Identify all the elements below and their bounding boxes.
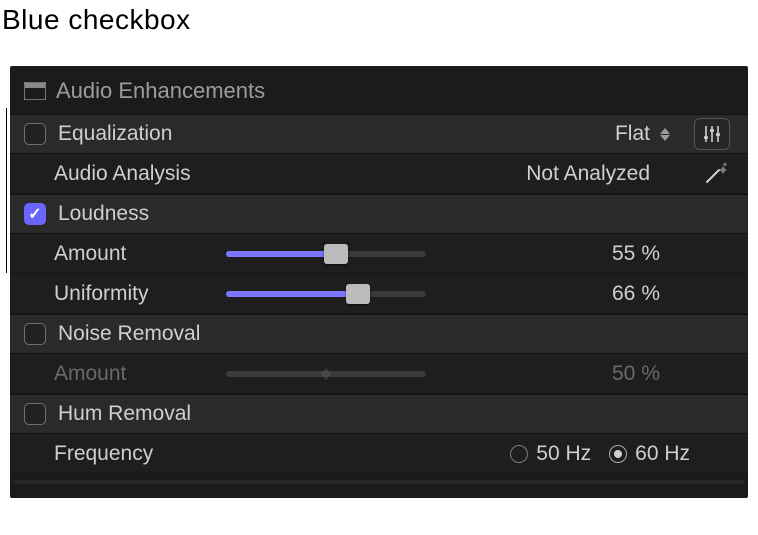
equalization-preset-value: Flat [615, 122, 650, 146]
noise-removal-checkbox[interactable] [24, 323, 46, 345]
panel-header: Audio Enhancements [10, 74, 748, 114]
noise-amount-label: Amount [54, 362, 214, 386]
radio-label-60hz: 60 Hz [635, 442, 690, 466]
equalizer-button[interactable] [694, 118, 730, 150]
inspector-icon [24, 82, 46, 100]
loudness-checkbox[interactable] [24, 203, 46, 225]
loudness-amount-row: Amount 55% [10, 234, 748, 274]
noise-removal-label: Noise Removal [58, 322, 730, 346]
hum-frequency-row: Frequency 50 Hz 60 Hz [10, 434, 748, 474]
equalization-checkbox[interactable] [24, 123, 46, 145]
noise-removal-row: Noise Removal [10, 314, 748, 354]
hum-frequency-radio-group: 50 Hz 60 Hz [510, 442, 690, 466]
loudness-uniformity-slider[interactable] [226, 291, 426, 297]
callout-line [6, 108, 7, 273]
equalizer-icon [702, 125, 722, 143]
hum-removal-label: Hum Removal [58, 402, 730, 426]
equalization-preset-dropdown[interactable]: Flat [615, 122, 670, 146]
radio-label-50hz: 50 Hz [536, 442, 591, 466]
loudness-row: Loudness [10, 194, 748, 234]
noise-amount-slider[interactable] [226, 371, 426, 377]
hum-removal-row: Hum Removal [10, 394, 748, 434]
loudness-amount-value: 55% [580, 242, 660, 266]
loudness-uniformity-label: Uniformity [54, 282, 214, 306]
loudness-label: Loudness [58, 202, 730, 226]
hum-frequency-label: Frequency [54, 442, 214, 466]
loudness-amount-slider[interactable] [226, 251, 426, 257]
noise-amount-row: Amount 50% [10, 354, 748, 394]
magic-wand-icon [703, 162, 729, 186]
hum-frequency-50hz-radio[interactable]: 50 Hz [510, 442, 591, 466]
analyze-button[interactable] [702, 162, 730, 186]
audio-analysis-label: Audio Analysis [54, 162, 214, 186]
chevron-updown-icon [660, 128, 670, 141]
callout-label: Blue checkbox [0, 0, 758, 36]
equalization-label: Equalization [58, 122, 603, 146]
audio-analysis-status: Not Analyzed [526, 162, 650, 186]
diamond-marker-icon [319, 367, 333, 381]
loudness-uniformity-value: 66% [580, 282, 660, 306]
audio-analysis-row: Audio Analysis Not Analyzed [10, 154, 748, 194]
audio-enhancements-panel: Audio Enhancements Equalization Flat [10, 66, 748, 498]
panel-title: Audio Enhancements [56, 78, 265, 104]
equalization-row: Equalization Flat [10, 114, 748, 154]
noise-amount-value: 50% [580, 362, 660, 386]
hum-removal-checkbox[interactable] [24, 403, 46, 425]
hum-frequency-60hz-radio[interactable]: 60 Hz [609, 442, 690, 466]
loudness-uniformity-row: Uniformity 66% [10, 274, 748, 314]
panel-divider [14, 480, 744, 484]
loudness-amount-label: Amount [54, 242, 214, 266]
